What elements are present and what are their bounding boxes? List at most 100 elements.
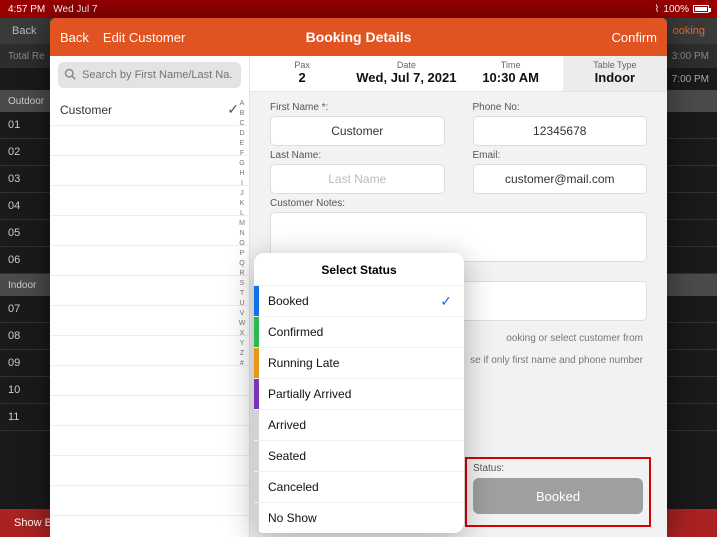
list-item [50, 246, 249, 276]
alpha-index-letter[interactable]: E [237, 140, 247, 147]
alpha-index-letter[interactable]: B [237, 110, 247, 117]
alpha-index-letter[interactable]: # [237, 360, 247, 367]
alpha-index-letter[interactable]: O [237, 240, 247, 247]
list-item [50, 426, 249, 456]
alpha-index-letter[interactable]: H [237, 170, 247, 177]
bg-section-indoor[interactable]: Indoor [8, 280, 36, 291]
email-field[interactable] [473, 164, 648, 194]
device-status-bar: 4:57 PM Wed Jul 7 ⌇ 100% [0, 0, 717, 18]
status-option[interactable]: Seated [254, 440, 464, 471]
bg-back-button[interactable]: Back [12, 25, 36, 37]
list-item [50, 216, 249, 246]
wifi-icon: ⌇ [655, 4, 660, 15]
alpha-index-letter[interactable]: W [237, 320, 247, 327]
summary-time[interactable]: Time 10:30 AM [459, 56, 563, 91]
customer-row-label: Customer [60, 103, 112, 117]
alpha-index-letter[interactable]: A [237, 100, 247, 107]
alpha-index-letter[interactable]: S [237, 280, 247, 287]
alpha-index-letter[interactable]: N [237, 230, 247, 237]
modal-back-button[interactable]: Back [60, 30, 89, 45]
list-item [50, 156, 249, 186]
customer-list-panel: Customer ✓ ABCDEFGHIJKLMNOPQRSTUVWXYZ # [50, 56, 250, 537]
search-input[interactable] [58, 62, 241, 88]
battery-icon [693, 5, 709, 13]
checkmark-icon: ✓ [440, 293, 452, 310]
list-item [50, 126, 249, 156]
alpha-index-letter[interactable]: R [237, 270, 247, 277]
last-name-field[interactable] [270, 164, 445, 194]
search-icon [64, 68, 76, 80]
status-label: Status: [473, 463, 643, 474]
alpha-index-letter[interactable]: X [237, 330, 247, 337]
alpha-index-letter[interactable]: I [237, 180, 247, 187]
first-name-label: First Name *: [270, 102, 445, 113]
select-status-popover: Select Status Booked✓ConfirmedRunning La… [254, 253, 464, 533]
status-color-swatch [254, 379, 259, 409]
bg-time-1: 3:00 PM [672, 51, 709, 62]
list-item [50, 186, 249, 216]
statusbar-date: Wed Jul 7 [53, 4, 97, 15]
first-name-field[interactable] [270, 116, 445, 146]
alpha-index-letter[interactable]: J [237, 190, 247, 197]
bg-section-outdoor[interactable]: Outdoor [8, 96, 44, 107]
modal-header: Back Edit Customer Booking Details Confi… [50, 18, 667, 56]
alpha-index-letter[interactable]: G [237, 160, 247, 167]
status-color-swatch [254, 472, 259, 502]
alpha-index-letter[interactable]: Z [237, 350, 247, 357]
booking-summary: Pax 2 Date Wed, Jul 7, 2021 Time 10:30 A… [250, 56, 667, 92]
email-label: Email: [473, 150, 648, 161]
status-option[interactable]: Booked✓ [254, 285, 464, 316]
bg-booking-button[interactable]: ooking [673, 25, 705, 37]
alpha-index-letter[interactable]: Y [237, 340, 247, 347]
alpha-index-letter[interactable]: F [237, 150, 247, 157]
status-option-label: Arrived [268, 418, 306, 432]
alpha-index-letter[interactable]: L [237, 210, 247, 217]
summary-pax[interactable]: Pax 2 [250, 56, 354, 91]
bg-time-2: 7:00 PM [672, 74, 709, 85]
alpha-index-letter[interactable]: D [237, 130, 247, 137]
list-item [50, 486, 249, 516]
confirm-button[interactable]: Confirm [611, 30, 657, 45]
customer-row[interactable]: Customer ✓ [50, 94, 249, 126]
alpha-index-letter[interactable]: M [237, 220, 247, 227]
status-option-label: Partially Arrived [268, 387, 351, 401]
alpha-index-letter[interactable]: Q [237, 260, 247, 267]
status-option[interactable]: Running Late [254, 347, 464, 378]
list-item [50, 396, 249, 426]
list-item [50, 336, 249, 366]
statusbar-time: 4:57 PM [8, 4, 45, 15]
summary-table-type[interactable]: Table Type Indoor [563, 56, 667, 91]
alpha-index-letter[interactable]: T [237, 290, 247, 297]
status-option-label: Confirmed [268, 325, 323, 339]
alpha-index-letter[interactable]: C [237, 120, 247, 127]
alpha-index-letter[interactable]: U [237, 300, 247, 307]
status-color-swatch [254, 286, 259, 316]
edit-customer-button[interactable]: Edit Customer [103, 30, 185, 45]
status-option[interactable]: Confirmed [254, 316, 464, 347]
status-option[interactable]: Partially Arrived [254, 378, 464, 409]
status-option[interactable]: Arrived [254, 409, 464, 440]
list-item [50, 366, 249, 396]
alpha-index-letter[interactable]: P [237, 250, 247, 257]
list-item [50, 456, 249, 486]
list-item [50, 306, 249, 336]
status-option-label: Canceled [268, 480, 319, 494]
customer-notes-label: Customer Notes: [270, 198, 647, 209]
status-color-swatch [254, 441, 259, 471]
status-option-label: Running Late [268, 356, 339, 370]
status-color-swatch [254, 410, 259, 440]
alpha-index[interactable]: ABCDEFGHIJKLMNOPQRSTUVWXYZ # [237, 100, 247, 531]
phone-field[interactable] [473, 116, 648, 146]
status-option[interactable]: Canceled [254, 471, 464, 502]
status-button[interactable]: Booked [473, 478, 643, 514]
status-option-label: Seated [268, 449, 306, 463]
alpha-index-letter[interactable]: K [237, 200, 247, 207]
status-option-label: No Show [268, 511, 317, 525]
battery-pct: 100% [663, 4, 689, 15]
status-section-highlight: Status: Booked [465, 457, 651, 527]
summary-date[interactable]: Date Wed, Jul 7, 2021 [354, 56, 458, 91]
last-name-label: Last Name: [270, 150, 445, 161]
status-color-swatch [254, 503, 259, 533]
alpha-index-letter[interactable]: V [237, 310, 247, 317]
status-option[interactable]: No Show [254, 502, 464, 533]
